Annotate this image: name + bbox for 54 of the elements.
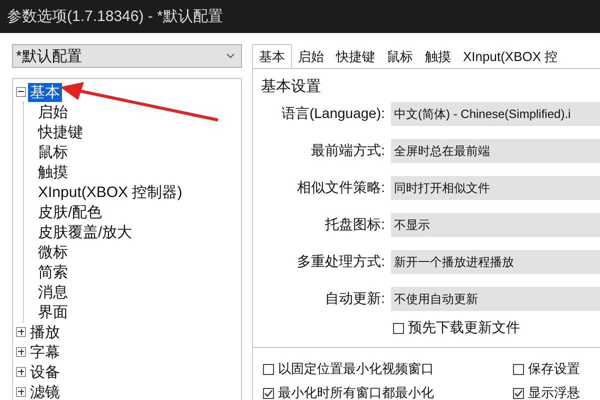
dropdown-field[interactable]: 全屏时总在最前端	[391, 139, 600, 163]
tree-item[interactable]: 滤镜	[28, 382, 62, 400]
dropdown-field[interactable]: 不显示	[391, 213, 600, 237]
profile-dropdown[interactable]: *默认配置	[12, 44, 242, 68]
checkbox[interactable]	[393, 322, 404, 334]
checkbox[interactable]	[263, 388, 274, 398]
field-label: 最前端方式:	[310, 142, 385, 160]
field-label: 自动更新:	[324, 290, 385, 308]
tree-item[interactable]: XInput(XBOX 控制器)	[36, 182, 184, 202]
tree-item[interactable]: 界面	[36, 302, 70, 322]
tree-item[interactable]: 皮肤覆盖/放大	[36, 222, 134, 242]
dropdown-value: *默认配置	[16, 46, 82, 66]
tab[interactable]: 启始	[292, 46, 330, 68]
checkbox[interactable]	[513, 364, 524, 374]
expand-icon[interactable]	[16, 367, 26, 377]
dropdown-field[interactable]: 中文(简体) - Chinese(Simplified).i	[391, 102, 600, 126]
collapse-icon[interactable]	[16, 87, 26, 97]
window-title: 参数选项(1.7.18346) - *默认配置	[0, 0, 600, 33]
expand-icon[interactable]	[16, 327, 26, 337]
dropdown-field[interactable]: 不使用自动更新	[391, 287, 600, 311]
field-label: 托盘图标:	[324, 216, 385, 234]
tab[interactable]: 触摸	[419, 46, 457, 68]
dropdown-field[interactable]: 新开一个播放进程播放	[391, 250, 600, 274]
tree-item[interactable]: 基本	[28, 82, 62, 102]
checkbox-label: 保存设置	[528, 360, 580, 378]
checkbox-label: 预先下载更新文件	[408, 319, 520, 337]
field-label: 语言(Language):	[280, 105, 385, 123]
expand-icon[interactable]	[16, 387, 26, 397]
tree-item[interactable]: 字幕	[28, 342, 62, 362]
tab[interactable]: 快捷键	[330, 46, 381, 68]
field-label: 多重处理方式:	[296, 253, 385, 271]
dropdown-field[interactable]: 同时打开相似文件	[391, 176, 600, 200]
checkbox[interactable]	[513, 388, 524, 398]
tab[interactable]: 基本	[252, 44, 292, 68]
field-label: 相似文件策略:	[296, 179, 385, 197]
expand-icon[interactable]	[16, 347, 26, 357]
tree-item[interactable]: 简索	[36, 262, 70, 282]
chevron-icon	[226, 53, 235, 59]
tab[interactable]: XInput(XBOX 控	[457, 46, 564, 68]
tree-item[interactable]: 启始	[36, 102, 70, 122]
checkbox-label: 最小化时所有窗口都最小化	[278, 384, 434, 400]
tree-item[interactable]: 设备	[28, 362, 62, 382]
checkbox-label: 以固定位置最小化视频窗口	[278, 360, 434, 378]
group-title: 基本设置	[261, 77, 322, 96]
tree-item[interactable]: 触摸	[36, 162, 70, 182]
checkbox-label: 显示浮悬	[528, 384, 580, 400]
checkbox[interactable]	[263, 364, 274, 374]
tree-item[interactable]: 快捷键	[36, 122, 85, 142]
tree-item[interactable]: 皮肤/配色	[36, 202, 104, 222]
tree-item[interactable]: 鼠标	[36, 142, 70, 162]
tab[interactable]: 鼠标	[381, 46, 419, 68]
tree-item[interactable]: 播放	[28, 322, 62, 342]
tree-item[interactable]: 消息	[36, 282, 70, 302]
tree-item[interactable]: 微标	[36, 242, 70, 262]
